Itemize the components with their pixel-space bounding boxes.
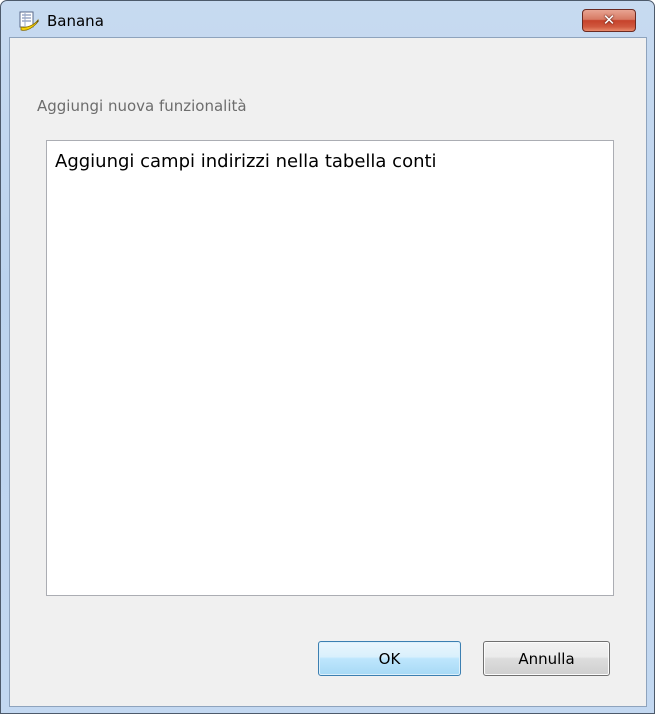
window-title: Banana — [47, 12, 104, 30]
title-bar[interactable]: Banana ✕ — [1, 1, 654, 37]
close-icon: ✕ — [602, 11, 616, 29]
dialog-client-top — [9, 37, 647, 78]
close-button[interactable]: ✕ — [582, 9, 636, 32]
cancel-button[interactable]: Annulla — [483, 641, 610, 676]
banana-app-icon — [18, 11, 40, 33]
prompt-label: Aggiungi nuova funzionalità — [37, 97, 247, 115]
ok-button[interactable]: OK — [318, 641, 461, 676]
feature-text-input[interactable]: Aggiungi campi indirizzi nella tabella c… — [46, 140, 614, 596]
dialog-window: Banana ✕ Aggiungi nuova funzionalità Agg… — [0, 0, 655, 714]
